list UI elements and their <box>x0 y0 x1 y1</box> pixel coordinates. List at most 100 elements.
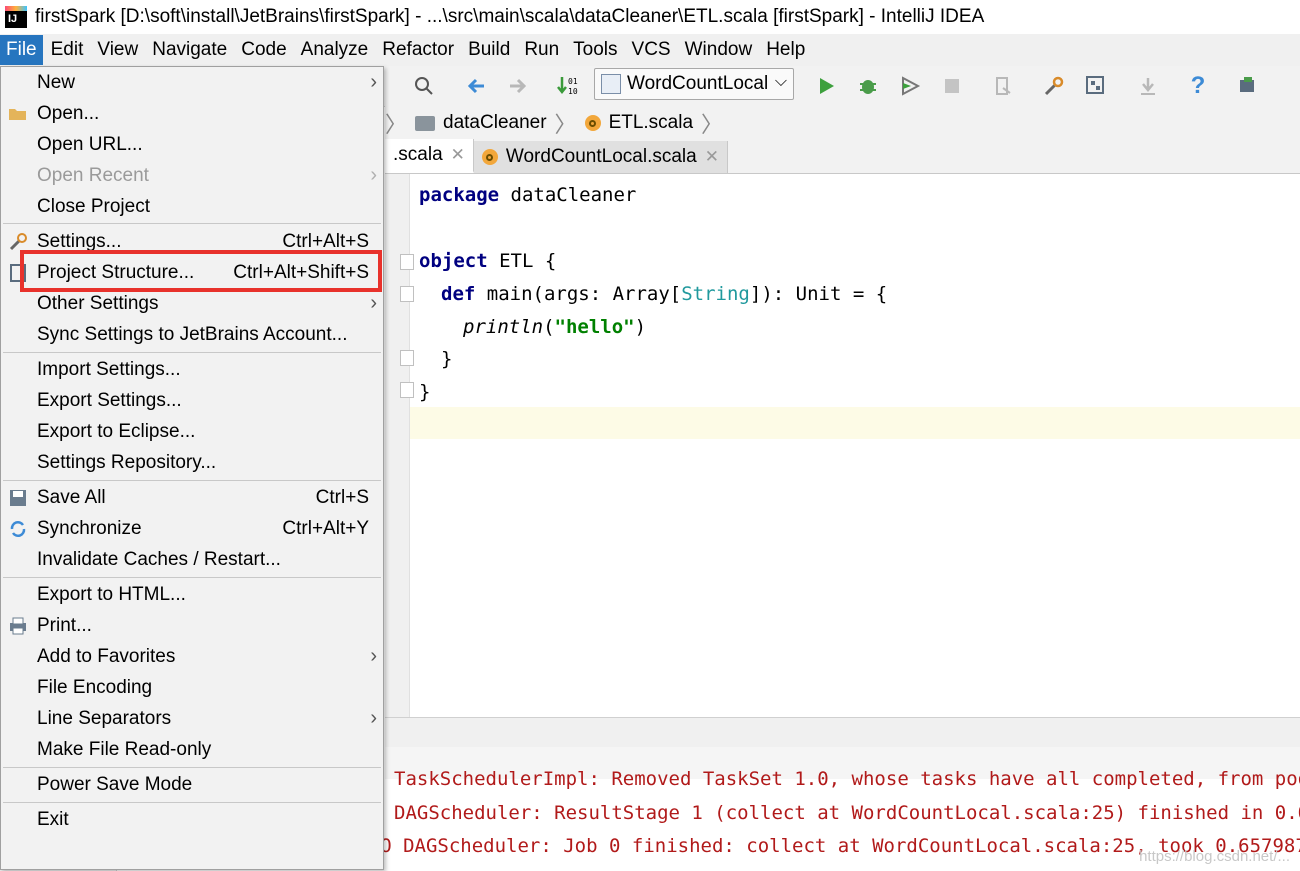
tab-wordcountlocal-scala[interactable]: WordCountLocal.scala ✕ <box>473 141 728 173</box>
close-icon[interactable]: ✕ <box>451 145 465 165</box>
code-text: ( <box>543 316 555 338</box>
menu-code[interactable]: Code <box>235 35 292 65</box>
menu-item-import-settings[interactable]: Import Settings... <box>1 354 383 385</box>
menu-window[interactable]: Window <box>679 35 759 65</box>
fold-marker-icon[interactable] <box>400 382 414 398</box>
attach-icon[interactable] <box>992 74 1016 98</box>
menu-item-other-settings[interactable]: Other Settings › <box>1 288 383 319</box>
highlight-annotation <box>20 250 382 292</box>
help-icon[interactable]: ? <box>1186 72 1210 99</box>
download-icon[interactable] <box>1136 74 1160 98</box>
project-structure-icon[interactable] <box>1084 74 1108 98</box>
coverage-icon[interactable] <box>898 74 922 98</box>
file-menu-dropdown: New › Open... Open URL... Open Recent › … <box>0 66 384 870</box>
fold-marker-icon[interactable] <box>400 350 414 366</box>
printer-icon <box>8 616 28 636</box>
close-icon[interactable]: ✕ <box>705 147 719 167</box>
menu-item-synchronize[interactable]: Synchronize Ctrl+Alt+Y <box>1 513 383 544</box>
tab-label: .scala <box>393 144 443 165</box>
fold-marker-icon[interactable] <box>400 254 414 270</box>
menu-item-label: Open URL... <box>37 133 143 155</box>
menu-run[interactable]: Run <box>518 35 565 65</box>
menu-item-add-favorites[interactable]: Add to Favorites › <box>1 641 383 672</box>
stop-icon[interactable] <box>940 74 964 98</box>
code-line-7: } <box>419 381 431 403</box>
menu-refactor[interactable]: Refactor <box>376 35 460 65</box>
menu-item-print[interactable]: Print... <box>1 610 383 641</box>
find-usages-icon[interactable] <box>412 74 436 98</box>
menu-item-export-html[interactable]: Export to HTML... <box>1 579 383 610</box>
menu-item-label: Sync Settings to JetBrains Account... <box>37 323 348 345</box>
menu-item-line-separators[interactable]: Line Separators › <box>1 703 383 734</box>
menu-item-label: File Encoding <box>37 676 153 698</box>
menu-item-label: Make File Read-only <box>37 738 212 760</box>
code-text: ETL { <box>487 250 557 272</box>
menu-help[interactable]: Help <box>760 35 811 65</box>
menu-build[interactable]: Build <box>462 35 516 65</box>
menu-separator <box>3 802 381 803</box>
menu-item-close-project[interactable]: Close Project <box>1 191 383 222</box>
menu-item-open[interactable]: Open... <box>1 98 383 129</box>
breadcrumb-separator: 〉 <box>385 112 408 137</box>
menu-item-open-url[interactable]: Open URL... <box>1 129 383 160</box>
plugin-icon[interactable] <box>1236 74 1260 98</box>
code-text: ]): Unit = { <box>749 283 888 305</box>
breadcrumb-file[interactable]: ETL.scala <box>577 112 701 134</box>
menu-item-power-save-mode[interactable]: Power Save Mode <box>1 769 383 800</box>
folder-open-icon <box>8 104 28 124</box>
menu-item-open-recent[interactable]: Open Recent › <box>1 160 383 191</box>
code-line-1: package dataCleaner <box>419 184 636 206</box>
menu-item-make-read-only[interactable]: Make File Read-only <box>1 734 383 765</box>
submenu-arrow-icon: › <box>370 707 377 729</box>
console-line: DAGScheduler: ResultStage 1 (collect at … <box>394 802 1300 824</box>
code-line-5: println("hello") <box>463 316 646 338</box>
forward-arrow-icon[interactable] <box>506 74 530 98</box>
debug-icon[interactable] <box>856 74 880 98</box>
fold-marker-icon[interactable] <box>400 286 414 302</box>
run-icon[interactable] <box>814 74 838 98</box>
breadcrumb-separator: 〉 <box>554 112 577 137</box>
menu-tools[interactable]: Tools <box>567 35 623 65</box>
menu-analyze[interactable]: Analyze <box>295 35 375 65</box>
svg-text:01: 01 <box>568 77 578 86</box>
menu-item-sync-settings[interactable]: Sync Settings to JetBrains Account... <box>1 319 383 350</box>
menu-view[interactable]: View <box>91 35 144 65</box>
breadcrumb-folder[interactable]: dataCleaner <box>407 112 555 134</box>
wrench-icon <box>8 232 28 252</box>
breadcrumb: 〉 dataCleaner 〉 ETL.scala 〉 <box>385 106 1300 141</box>
submenu-arrow-icon: › <box>370 164 377 186</box>
menu-navigate[interactable]: Navigate <box>146 35 233 65</box>
menu-item-export-settings[interactable]: Export Settings... <box>1 385 383 416</box>
tab-etl-scala[interactable]: .scala ✕ <box>385 139 474 173</box>
window-title: firstSpark [D:\soft\install\JetBrains\fi… <box>35 6 985 27</box>
code-keyword: def <box>441 283 476 305</box>
menu-item-label: Power Save Mode <box>37 773 193 795</box>
menu-item-label: Print... <box>37 614 92 636</box>
chevron-down-icon: ⌵ <box>774 73 787 90</box>
menu-item-exit[interactable]: Exit <box>1 804 383 835</box>
menu-item-label: Export to HTML... <box>37 583 186 605</box>
menu-item-label: Synchronize <box>37 517 142 539</box>
back-arrow-icon[interactable] <box>464 74 488 98</box>
menu-item-new[interactable]: New › <box>1 67 383 98</box>
menu-item-label: Close Project <box>37 195 150 217</box>
build-icon[interactable]: 01 10 <box>556 74 580 98</box>
svg-text:10: 10 <box>568 87 578 96</box>
menu-item-save-all[interactable]: Save All Ctrl+S <box>1 482 383 513</box>
menu-file[interactable]: File <box>0 35 43 65</box>
menu-separator <box>3 223 381 224</box>
console-line: TaskSchedulerImpl: Removed TaskSet 1.0, … <box>394 768 1300 790</box>
scala-object-icon <box>584 115 601 131</box>
title-bar: IJ firstSpark [D:\soft\install\JetBrains… <box>0 0 1300 34</box>
breadcrumb-file-label: ETL.scala <box>608 112 694 133</box>
current-line-highlight <box>410 407 1300 439</box>
menu-vcs[interactable]: VCS <box>626 35 677 65</box>
settings-wrench-icon[interactable] <box>1042 74 1066 98</box>
menu-item-settings-repository[interactable]: Settings Repository... <box>1 447 383 478</box>
menu-edit[interactable]: Edit <box>45 35 90 65</box>
menu-item-invalidate-caches[interactable]: Invalidate Caches / Restart... <box>1 544 383 575</box>
menu-item-file-encoding[interactable]: File Encoding <box>1 672 383 703</box>
run-configuration-select[interactable]: WordCountLocal ⌵ <box>594 68 794 100</box>
code-editor[interactable]: package dataCleaner object ETL { def mai… <box>385 174 1300 717</box>
menu-item-export-eclipse[interactable]: Export to Eclipse... <box>1 416 383 447</box>
